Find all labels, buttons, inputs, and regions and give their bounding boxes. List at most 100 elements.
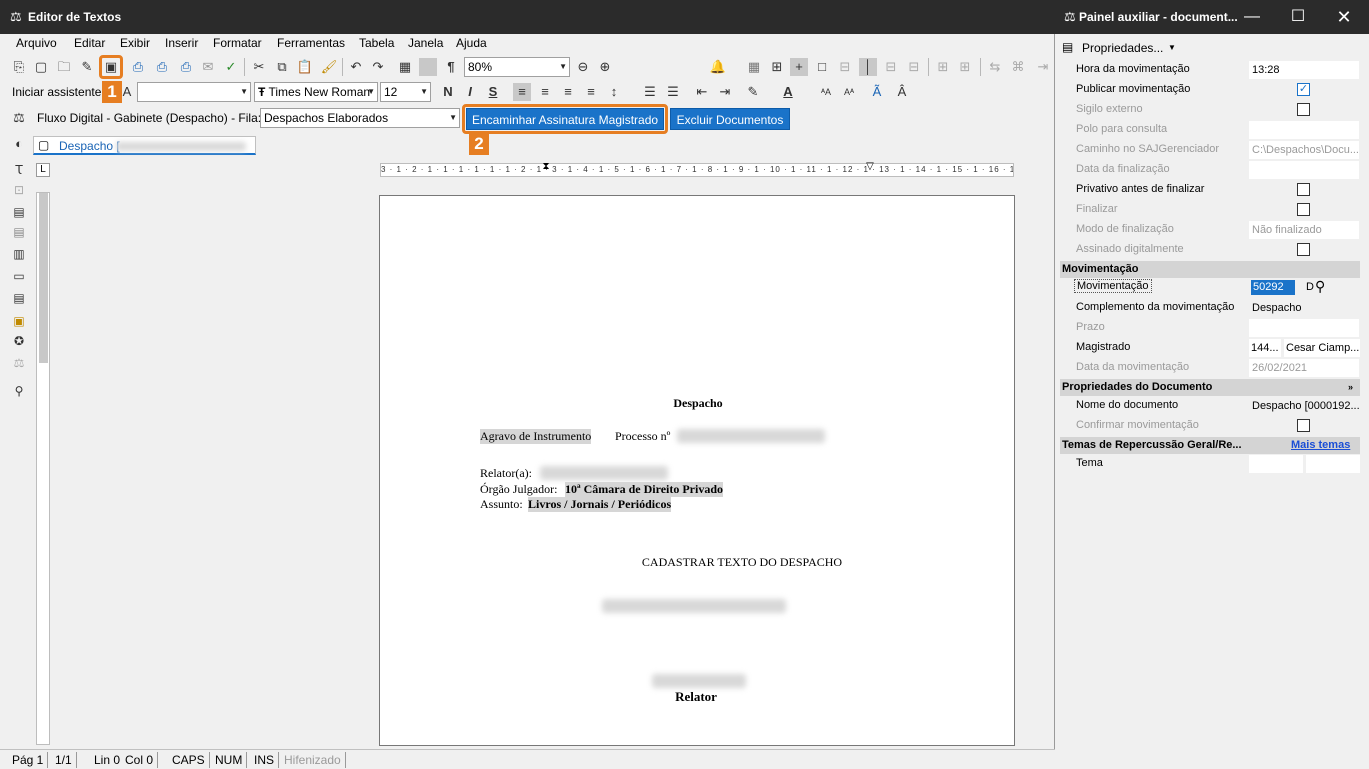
menu-formatar[interactable]: Formatar (213, 36, 262, 50)
paragraph-marks-icon[interactable]: ¶ (442, 58, 460, 76)
property-row[interactable]: Publicar movimentação ✓ (1060, 80, 1360, 100)
merge-cells-icon[interactable]: ⊞ (934, 58, 952, 76)
align-right-icon[interactable]: ≡ (559, 83, 577, 101)
horizontal-ruler[interactable]: 3 · 1 · 2 · 1 · 1 · 1 · 1 · 1 · 1 · 2 · … (380, 163, 1014, 177)
tema-code[interactable] (1249, 455, 1303, 473)
zoom-out-icon[interactable]: ⊖ (574, 58, 592, 76)
decrease-indent-icon[interactable]: ⇤ (693, 83, 711, 101)
maximize-button[interactable]: ☐ (1275, 0, 1321, 34)
split-cells-icon[interactable]: ⊞ (956, 58, 974, 76)
menu-inserir[interactable]: Inserir (165, 36, 198, 50)
row-complemento[interactable]: Complemento da movimentação Despacho (1060, 298, 1360, 318)
format-painter-icon[interactable]: 🖌 (320, 58, 338, 76)
mail-icon[interactable]: ✉ (199, 58, 217, 76)
queue-select[interactable]: Despachos Elaborados ▼ (260, 108, 460, 128)
undo-icon[interactable]: ↶ (347, 58, 365, 76)
template-icon[interactable]: ▤ (11, 204, 27, 220)
hierarchy-icon[interactable]: ⌘ (1009, 58, 1027, 76)
menu-editar[interactable]: Editar (74, 36, 105, 50)
bold-button[interactable]: N (439, 83, 457, 101)
underline-button[interactable]: S (484, 83, 502, 101)
tab-stop-selector[interactable]: L (36, 163, 50, 177)
document-list-icon[interactable]: ▥ (11, 246, 27, 262)
mag-name[interactable]: Cesar Ciamp... (1284, 339, 1360, 357)
property-value[interactable]: 13:28 (1249, 61, 1359, 79)
row-movimentacao[interactable]: Movimentação 50292 D ⚲ (1060, 278, 1360, 298)
spellcheck-icon[interactable]: ✓ (222, 58, 240, 76)
back-icon[interactable]: ◐ (10, 135, 28, 153)
borders-bottom-icon[interactable]: ⊟ (905, 58, 923, 76)
font-select[interactable]: Ŧ Times New Roman ▼ (254, 82, 378, 102)
borders-inner-icon[interactable]: + (790, 58, 808, 76)
row-doc-name[interactable]: Nome do documento Despacho [0000192... (1060, 396, 1360, 416)
row-tema[interactable]: Tema (1060, 454, 1360, 474)
text-tool-icon[interactable]: Ꚍ (11, 162, 27, 178)
uppercase-icon[interactable]: ᴬA (817, 83, 835, 101)
mov-value[interactable]: 50292 (1251, 280, 1295, 295)
borders-left-icon[interactable]: ⊟ (836, 58, 854, 76)
search-icon[interactable]: ⚲ (1315, 278, 1325, 295)
table-icon[interactable]: ▦ (396, 58, 414, 76)
document-page[interactable]: Despacho Agravo de Instrumento Processo … (379, 195, 1015, 746)
bullets-icon[interactable]: ☰ (641, 83, 659, 101)
form-tool-icon[interactable]: ⊡ (11, 182, 27, 198)
highlight-color-icon[interactable]: ✎ (744, 83, 762, 101)
menu-janela[interactable]: Janela (408, 36, 443, 50)
increase-indent-icon[interactable]: ⇥ (716, 83, 734, 101)
menu-ferramentas[interactable]: Ferramentas (277, 36, 345, 50)
checkmark-icon[interactable]: ✓ (1297, 83, 1310, 96)
close-button[interactable]: ✕ (1321, 0, 1367, 34)
zoom-in-icon[interactable]: ⊕ (596, 58, 614, 76)
menu-tabela[interactable]: Tabela (359, 36, 394, 50)
tema-name[interactable] (1306, 455, 1360, 473)
cut-icon[interactable]: ✂ (250, 58, 268, 76)
insert-field-icon[interactable]: ⇆ (986, 58, 1004, 76)
new-document-icon[interactable]: ▢ (32, 58, 50, 76)
confirm-checkbox[interactable] (1297, 419, 1310, 432)
table-grid-icon[interactable] (419, 58, 437, 76)
font-size-select[interactable]: 12 ▼ (380, 82, 431, 102)
more-themes-link[interactable]: Mais temas (1291, 437, 1350, 454)
docname-value[interactable]: Despacho [0000192... (1249, 397, 1359, 415)
property-row[interactable]: Privativo antes de finalizar (1060, 180, 1360, 200)
checklist-icon[interactable]: ▤ (11, 290, 27, 306)
menu-arquivo[interactable]: Arquivo (16, 36, 57, 50)
redo-icon[interactable]: ↷ (369, 58, 387, 76)
confirm-cell[interactable] (1249, 417, 1359, 435)
delete-documents-button[interactable]: Excluir Documentos (670, 108, 790, 130)
borders-grid-icon[interactable]: ⊞ (768, 58, 786, 76)
numbering-icon[interactable]: ☰ (664, 83, 682, 101)
mag-code[interactable]: 144... (1249, 339, 1281, 357)
bell-icon[interactable]: 🔔 (709, 58, 727, 76)
print-preview-icon[interactable]: ⎙ (153, 58, 171, 76)
find-replace-icon[interactable]: Ã (868, 83, 886, 101)
right-indent-marker-icon[interactable]: ▽ (864, 161, 876, 173)
row-confirm[interactable]: Confirmar movimentação (1060, 416, 1360, 436)
print-setup-icon[interactable]: ⎙ (177, 58, 195, 76)
properties-menu[interactable]: ▤ Propriedades... ▼ (1062, 40, 1212, 58)
borders-vertical-icon[interactable]: │ (859, 58, 877, 76)
align-left-icon[interactable]: ≡ (513, 83, 531, 101)
row-magistrado[interactable]: Magistrado 144... Cesar Ciamp... (1060, 338, 1360, 358)
borders-right-icon[interactable]: ⊟ (882, 58, 900, 76)
comment-icon[interactable]: ▭ (11, 268, 27, 284)
line-spacing-icon[interactable]: ↕ (605, 83, 623, 101)
tab-document[interactable]: ▢ Despacho [ (33, 136, 256, 155)
style-select[interactable]: ▼ (137, 82, 251, 102)
borders-outer-icon[interactable]: □ (813, 58, 831, 76)
align-justify-icon[interactable]: ≡ (582, 83, 600, 101)
copy-template-icon[interactable]: ▤ (11, 224, 27, 240)
menu-ajuda[interactable]: Ajuda (456, 36, 487, 50)
zoom-select[interactable]: 80% ▼ (464, 57, 570, 77)
edit-document-icon[interactable]: ✎ (78, 58, 96, 76)
property-row[interactable]: Hora da movimentação 13:28 (1060, 60, 1360, 80)
lowercase-icon[interactable]: Aᴬ (840, 83, 858, 101)
folder-f-icon[interactable]: ▣ (11, 313, 27, 329)
expand-toolbar-icon[interactable]: ⇥ (1034, 58, 1052, 76)
collapse-icon[interactable]: » (1348, 379, 1353, 396)
vertical-ruler[interactable] (36, 192, 50, 745)
stamp-icon[interactable]: ⚖ (11, 355, 27, 371)
copy-icon[interactable]: ⧉ (273, 58, 291, 76)
property-value[interactable] (1249, 181, 1359, 199)
new-from-template-icon[interactable]: ⎘ (10, 58, 28, 76)
